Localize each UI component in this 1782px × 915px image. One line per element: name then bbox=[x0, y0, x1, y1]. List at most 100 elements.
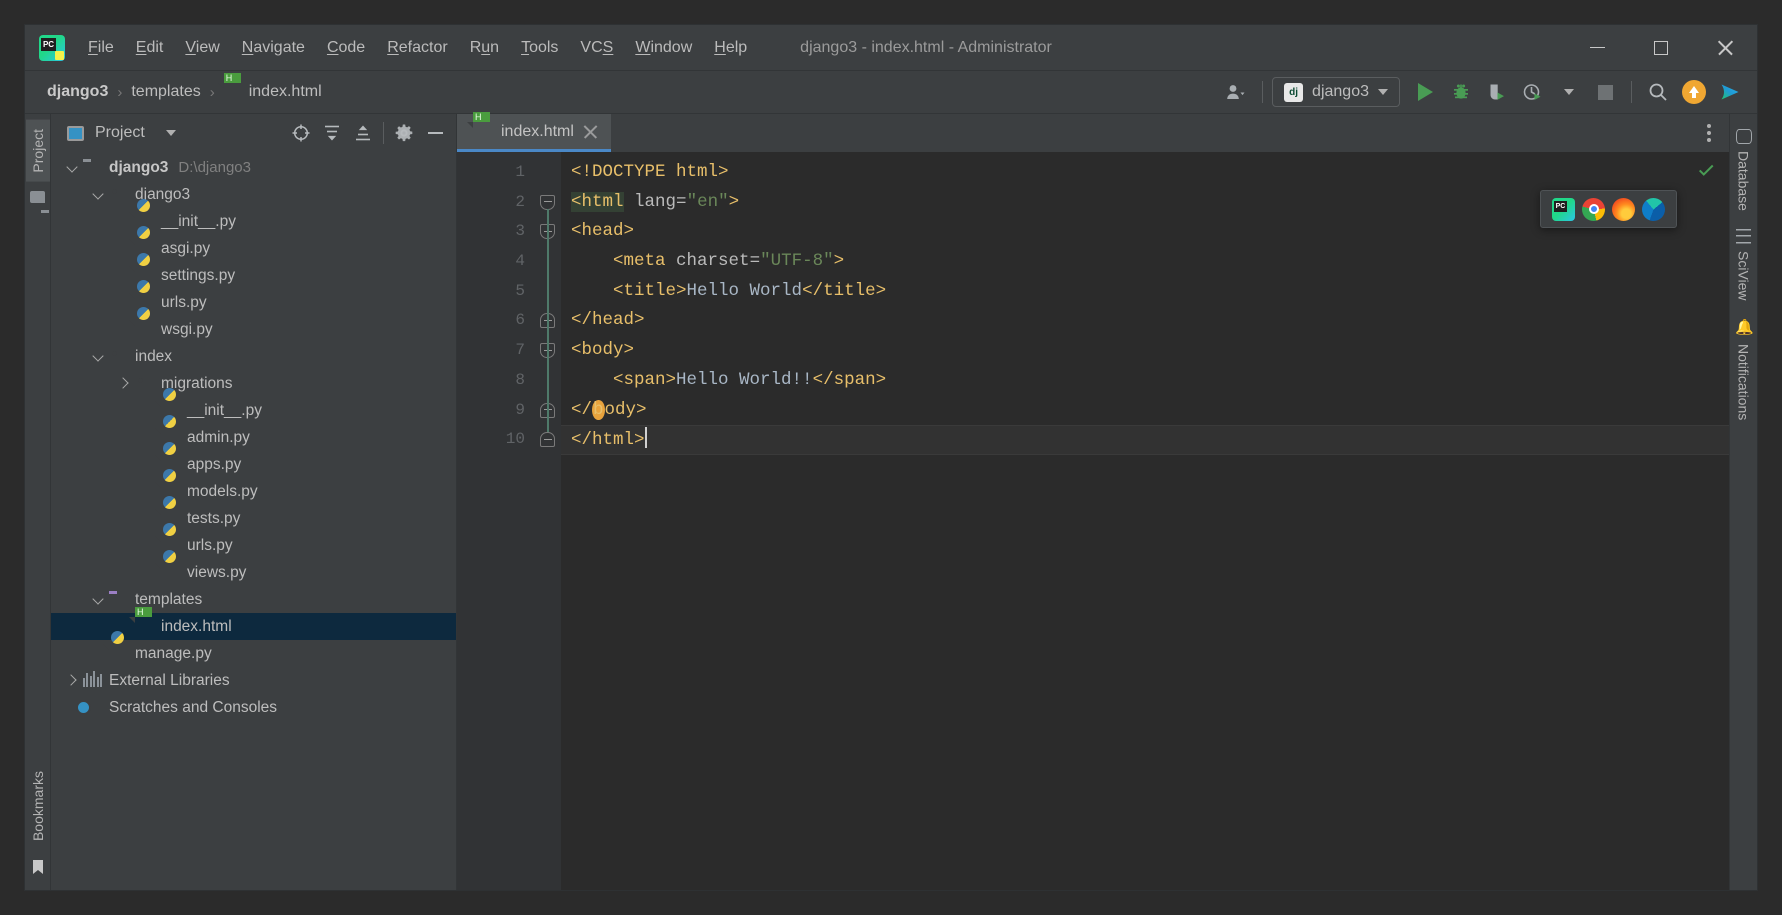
hide-panel-button[interactable] bbox=[420, 119, 450, 147]
stop-button[interactable] bbox=[1588, 77, 1622, 107]
tree-expand-arrow[interactable] bbox=[117, 268, 132, 283]
tree-node[interactable]: migrations bbox=[51, 370, 456, 397]
code-line[interactable]: </body> bbox=[561, 396, 1729, 426]
expand-all-button[interactable] bbox=[317, 119, 347, 147]
close-icon[interactable] bbox=[583, 124, 598, 139]
tree-expand-arrow[interactable] bbox=[143, 538, 158, 553]
tree-node[interactable]: admin.py bbox=[51, 424, 456, 451]
fold-toggle-icon[interactable] bbox=[540, 194, 555, 210]
menu-code[interactable]: Code bbox=[316, 25, 376, 70]
tree-expand-arrow[interactable] bbox=[143, 511, 158, 526]
code-line[interactable]: <body> bbox=[561, 336, 1729, 366]
collapse-all-button[interactable] bbox=[348, 119, 378, 147]
tree-expand-arrow[interactable] bbox=[91, 646, 106, 661]
profile-button[interactable] bbox=[1516, 77, 1550, 107]
select-opened-file-button[interactable] bbox=[286, 119, 316, 147]
tree-expand-arrow[interactable] bbox=[117, 322, 132, 337]
tree-expand-arrow[interactable] bbox=[91, 187, 106, 202]
tree-expand-arrow[interactable] bbox=[91, 349, 106, 364]
tree-node[interactable]: asgi.py bbox=[51, 235, 456, 262]
pycharm-icon[interactable] bbox=[1552, 197, 1575, 221]
tree-node[interactable]: apps.py bbox=[51, 451, 456, 478]
breadcrumb-item-templates[interactable]: templates bbox=[127, 81, 204, 103]
sidebar-item-database[interactable]: Database bbox=[1732, 120, 1756, 220]
menu-tools[interactable]: Tools bbox=[510, 25, 569, 70]
sidebar-item-project[interactable]: Project bbox=[25, 120, 50, 182]
tree-node[interactable]: __init__.py bbox=[51, 208, 456, 235]
tree-expand-arrow[interactable] bbox=[117, 214, 132, 229]
tree-expand-arrow[interactable] bbox=[143, 457, 158, 472]
tree-expand-arrow[interactable] bbox=[143, 484, 158, 499]
tree-node[interactable]: wsgi.py bbox=[51, 316, 456, 343]
code-line[interactable]: </html> bbox=[561, 425, 1729, 455]
tree-expand-arrow[interactable] bbox=[91, 592, 106, 607]
tree-expand-arrow[interactable] bbox=[65, 673, 80, 688]
fold-toggle-icon[interactable] bbox=[540, 432, 555, 448]
profile-dropdown-button[interactable] bbox=[1552, 77, 1586, 107]
bookmark-icon[interactable] bbox=[27, 850, 49, 884]
tree-node[interactable]: django3 D:\django3 bbox=[51, 154, 456, 181]
code-line[interactable]: </head> bbox=[561, 306, 1729, 336]
run-coverage-button[interactable] bbox=[1480, 77, 1514, 107]
tree-node[interactable]: urls.py bbox=[51, 532, 456, 559]
run-configuration-selector[interactable]: dj django3 bbox=[1272, 77, 1400, 107]
firefox-icon[interactable] bbox=[1612, 197, 1635, 221]
settings-button[interactable] bbox=[389, 119, 419, 147]
menu-file[interactable]: File bbox=[77, 25, 125, 70]
tree-node[interactable]: manage.py bbox=[51, 640, 456, 667]
user-account-button[interactable] bbox=[1219, 77, 1253, 107]
tree-node[interactable]: index bbox=[51, 343, 456, 370]
menu-window[interactable]: Window bbox=[624, 25, 703, 70]
sidebar-item-structure-folder[interactable] bbox=[26, 182, 49, 214]
code-line[interactable]: <span>Hello World!!</span> bbox=[561, 366, 1729, 396]
tree-node[interactable]: > Scratches and Consoles bbox=[51, 694, 456, 721]
tree-expand-arrow[interactable] bbox=[117, 376, 132, 391]
tree-expand-arrow[interactable] bbox=[65, 160, 80, 175]
menu-edit[interactable]: Edit bbox=[125, 25, 175, 70]
editor-tab-index-html[interactable]: index.html bbox=[457, 114, 611, 152]
close-button[interactable] bbox=[1693, 25, 1757, 70]
debug-button[interactable] bbox=[1444, 77, 1478, 107]
menu-vcs[interactable]: VCS bbox=[569, 25, 624, 70]
tree-node[interactable]: tests.py bbox=[51, 505, 456, 532]
tree-node[interactable]: views.py bbox=[51, 559, 456, 586]
breadcrumb-item-project[interactable]: django3 bbox=[43, 81, 112, 103]
line-number-gutter[interactable]: 1 2 3 4 5 6 7 8 9 10 bbox=[457, 152, 561, 890]
code-line[interactable]: <!DOCTYPE html> bbox=[561, 158, 1729, 188]
sidebar-item-sciview[interactable]: SciView bbox=[1732, 220, 1756, 310]
edge-icon[interactable] bbox=[1642, 197, 1665, 221]
chrome-icon[interactable] bbox=[1582, 197, 1605, 221]
sidebar-item-notifications[interactable]: 🔔 Notifications bbox=[1731, 309, 1757, 429]
tree-expand-arrow[interactable] bbox=[117, 295, 132, 310]
menu-view[interactable]: View bbox=[174, 25, 230, 70]
tree-node[interactable]: __init__.py bbox=[51, 397, 456, 424]
tree-expand-arrow[interactable] bbox=[143, 430, 158, 445]
tree-node[interactable]: templates bbox=[51, 586, 456, 613]
code-editor[interactable]: 1 2 3 4 5 6 7 8 9 10 <!DOCTYPE html> <html lang="e… bbox=[457, 152, 1729, 890]
tree-node[interactable]: External Libraries bbox=[51, 667, 456, 694]
tree-node[interactable]: models.py bbox=[51, 478, 456, 505]
tree-expand-arrow[interactable] bbox=[117, 241, 132, 256]
project-panel-title[interactable]: Project bbox=[67, 124, 176, 142]
kebab-menu-icon[interactable] bbox=[1697, 124, 1721, 142]
tree-node[interactable]: settings.py bbox=[51, 262, 456, 289]
update-project-button[interactable] bbox=[1677, 77, 1711, 107]
menu-navigate[interactable]: Navigate bbox=[231, 25, 316, 70]
menu-help[interactable]: Help bbox=[703, 25, 758, 70]
chevron-down-icon[interactable] bbox=[165, 130, 176, 136]
share-button[interactable] bbox=[1713, 77, 1747, 107]
code-line[interactable]: <title>Hello World</title> bbox=[561, 277, 1729, 307]
tree-node[interactable]: urls.py bbox=[51, 289, 456, 316]
minimize-button[interactable] bbox=[1565, 25, 1629, 70]
maximize-button[interactable] bbox=[1629, 25, 1693, 70]
breadcrumb-item-file[interactable]: index.html bbox=[220, 81, 326, 104]
menu-refactor[interactable]: Refactor bbox=[376, 25, 458, 70]
tree-expand-arrow[interactable] bbox=[143, 403, 158, 418]
tree-node[interactable]: django3 bbox=[51, 181, 456, 208]
code-content[interactable]: <!DOCTYPE html> <html lang="en"> <head> <m… bbox=[561, 152, 1729, 890]
search-everywhere-button[interactable] bbox=[1641, 77, 1675, 107]
code-folding-gutter[interactable] bbox=[535, 152, 561, 890]
tree-expand-arrow[interactable] bbox=[143, 565, 158, 580]
sidebar-item-bookmarks[interactable]: Bookmarks bbox=[26, 762, 50, 850]
code-line[interactable]: <meta charset="UTF-8"> bbox=[561, 247, 1729, 277]
